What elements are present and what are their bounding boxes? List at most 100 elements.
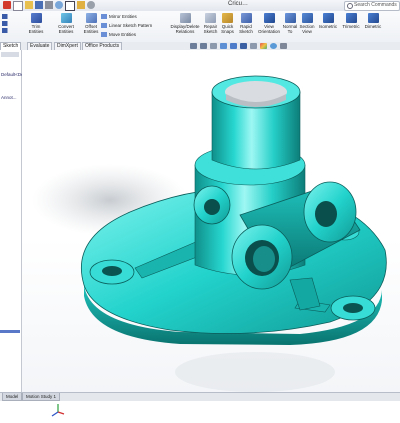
- search-commands-input[interactable]: Search Commands: [344, 1, 400, 11]
- quick-snaps-icon: [222, 13, 233, 23]
- new-file-icon[interactable]: [13, 1, 23, 11]
- lug-right-hole: [343, 303, 363, 313]
- tab-office-products[interactable]: Office Products: [82, 42, 123, 50]
- save-icon[interactable]: [35, 1, 43, 9]
- move-entities-button[interactable]: Move Entities: [101, 32, 137, 38]
- rapid-sketch-button[interactable]: Rapid Sketch: [236, 13, 256, 34]
- zoom-to-fit-icon[interactable]: [190, 43, 197, 49]
- view-orientation-toolbar-icon[interactable]: [230, 43, 237, 49]
- print-icon[interactable]: [45, 1, 53, 9]
- relations-icon: [179, 13, 191, 23]
- section-view-button[interactable]: Section View: [298, 13, 316, 34]
- tab-evaluate-label: Evaluate: [30, 43, 50, 49]
- convert-icon: [60, 13, 72, 23]
- isometric-icon: [322, 13, 334, 23]
- normal-to-button[interactable]: Normal To: [282, 13, 298, 34]
- tree-item-annotations[interactable]: Annot...: [1, 95, 17, 100]
- tab-model-label: Model: [6, 394, 19, 399]
- solidworks-logo-icon: [3, 1, 11, 9]
- zoom-area-icon[interactable]: [200, 43, 207, 49]
- search-icon: [347, 3, 353, 9]
- mirror-label: Mirror Entities: [109, 14, 137, 19]
- isometric-label: Isometric: [318, 24, 338, 29]
- tab-dimxpert-label: DimXpert: [57, 43, 78, 49]
- command-manager-ribbon: Trim Entities Convert Entities Offset En…: [0, 11, 400, 43]
- dimetric-button[interactable]: Dimetric: [362, 13, 384, 29]
- display-style-icon[interactable]: [240, 43, 247, 49]
- repair-sketch-label: Repair Sketch: [203, 24, 218, 34]
- cad-part-render: [32, 75, 387, 392]
- undo-icon[interactable]: [55, 1, 63, 9]
- repair-sketch-icon: [205, 13, 216, 23]
- floor-reflection: [175, 352, 335, 392]
- mirror-entities-button[interactable]: Mirror Entities: [101, 14, 137, 20]
- graphics-viewport[interactable]: [22, 50, 400, 417]
- rebuild-icon[interactable]: [77, 1, 85, 9]
- trim-entities-label: Trim Entities: [28, 24, 44, 34]
- quick-snaps-button[interactable]: Quick Snaps: [219, 13, 236, 34]
- trimetric-button[interactable]: Trimetric: [340, 13, 362, 29]
- trimetric-icon: [345, 13, 357, 23]
- hide-show-icon[interactable]: [250, 43, 257, 49]
- circle-tool-icon[interactable]: [2, 21, 16, 26]
- tree-item-annotations-label: Annot...: [1, 95, 17, 100]
- tab-sketch[interactable]: Sketch: [0, 42, 22, 50]
- dimetric-label: Dimetric: [364, 24, 382, 29]
- linear-pattern-label: Linear Sketch Pattern: [109, 23, 153, 28]
- offset-entities-button[interactable]: Offset Entities: [80, 13, 102, 34]
- panel-scrollbar[interactable]: [0, 330, 20, 333]
- edit-appearance-icon[interactable]: [260, 43, 267, 49]
- sketch-tools-column: [2, 14, 20, 35]
- section-view-label: Section View: [299, 24, 315, 34]
- tab-evaluate[interactable]: Evaluate: [27, 42, 53, 50]
- quick-access-toolbar: [3, 1, 95, 11]
- arc-tool-icon[interactable]: [2, 28, 16, 33]
- offset-entities-label: Offset Entities: [83, 24, 99, 34]
- move-icon: [101, 32, 107, 38]
- select-icon[interactable]: [65, 1, 75, 11]
- trim-entities-button[interactable]: Trim Entities: [24, 13, 48, 34]
- search-placeholder: Search Commands: [354, 2, 397, 8]
- view-orientation-label: View Orientation: [257, 24, 280, 34]
- repair-sketch-button[interactable]: Repair Sketch: [202, 13, 219, 34]
- trimetric-label: Trimetric: [342, 24, 360, 29]
- mirror-icon: [101, 14, 107, 20]
- options-icon[interactable]: [87, 1, 95, 9]
- open-file-icon[interactable]: [25, 1, 33, 9]
- cross-boss-end-hole: [315, 201, 337, 227]
- line-tool-icon[interactable]: [2, 14, 16, 19]
- tab-sketch-label: Sketch: [3, 43, 19, 49]
- linear-pattern-button[interactable]: Linear Sketch Pattern: [101, 23, 153, 29]
- dimetric-icon: [367, 13, 379, 23]
- section-view-icon: [301, 13, 313, 23]
- feature-tree-toolbar: [1, 52, 19, 57]
- rapid-sketch-label: Rapid Sketch: [239, 24, 253, 34]
- view-orientation-icon: [263, 13, 275, 23]
- convert-entities-label: Convert Entities: [58, 24, 74, 34]
- lug-left-hole: [102, 266, 122, 276]
- view-settings-icon[interactable]: [280, 43, 287, 49]
- tab-motion-study-label: Motion Study 1: [26, 394, 57, 399]
- isometric-button[interactable]: Isometric: [316, 13, 340, 29]
- relations-label: Display/Delete Relations: [170, 24, 200, 34]
- rapid-sketch-icon: [240, 13, 252, 23]
- move-label: Move Entities: [109, 32, 137, 37]
- convert-entities-button[interactable]: Convert Entities: [52, 13, 80, 34]
- quick-snaps-label: Quick Snaps: [221, 24, 234, 34]
- reference-triad: [50, 402, 66, 423]
- front-boss-bore: [253, 246, 275, 272]
- side-boss-left-hole: [204, 199, 220, 215]
- display-delete-relations-button[interactable]: Display/Delete Relations: [168, 13, 202, 34]
- heads-up-view-toolbar: [190, 43, 287, 49]
- normal-to-icon: [284, 13, 296, 23]
- feature-manager-panel: Default<Default>_D... Annot...: [0, 50, 44, 392]
- linear-pattern-icon: [101, 23, 107, 29]
- previous-view-icon[interactable]: [210, 43, 217, 49]
- section-view-toolbar-icon[interactable]: [220, 43, 227, 49]
- apply-scene-icon[interactable]: [270, 43, 277, 49]
- normal-to-label: Normal To: [282, 24, 298, 34]
- view-orientation-button[interactable]: View Orientation: [256, 13, 282, 34]
- tab-dimxpert[interactable]: DimXpert: [54, 42, 81, 50]
- offset-icon: [85, 13, 97, 23]
- trim-icon: [30, 13, 42, 23]
